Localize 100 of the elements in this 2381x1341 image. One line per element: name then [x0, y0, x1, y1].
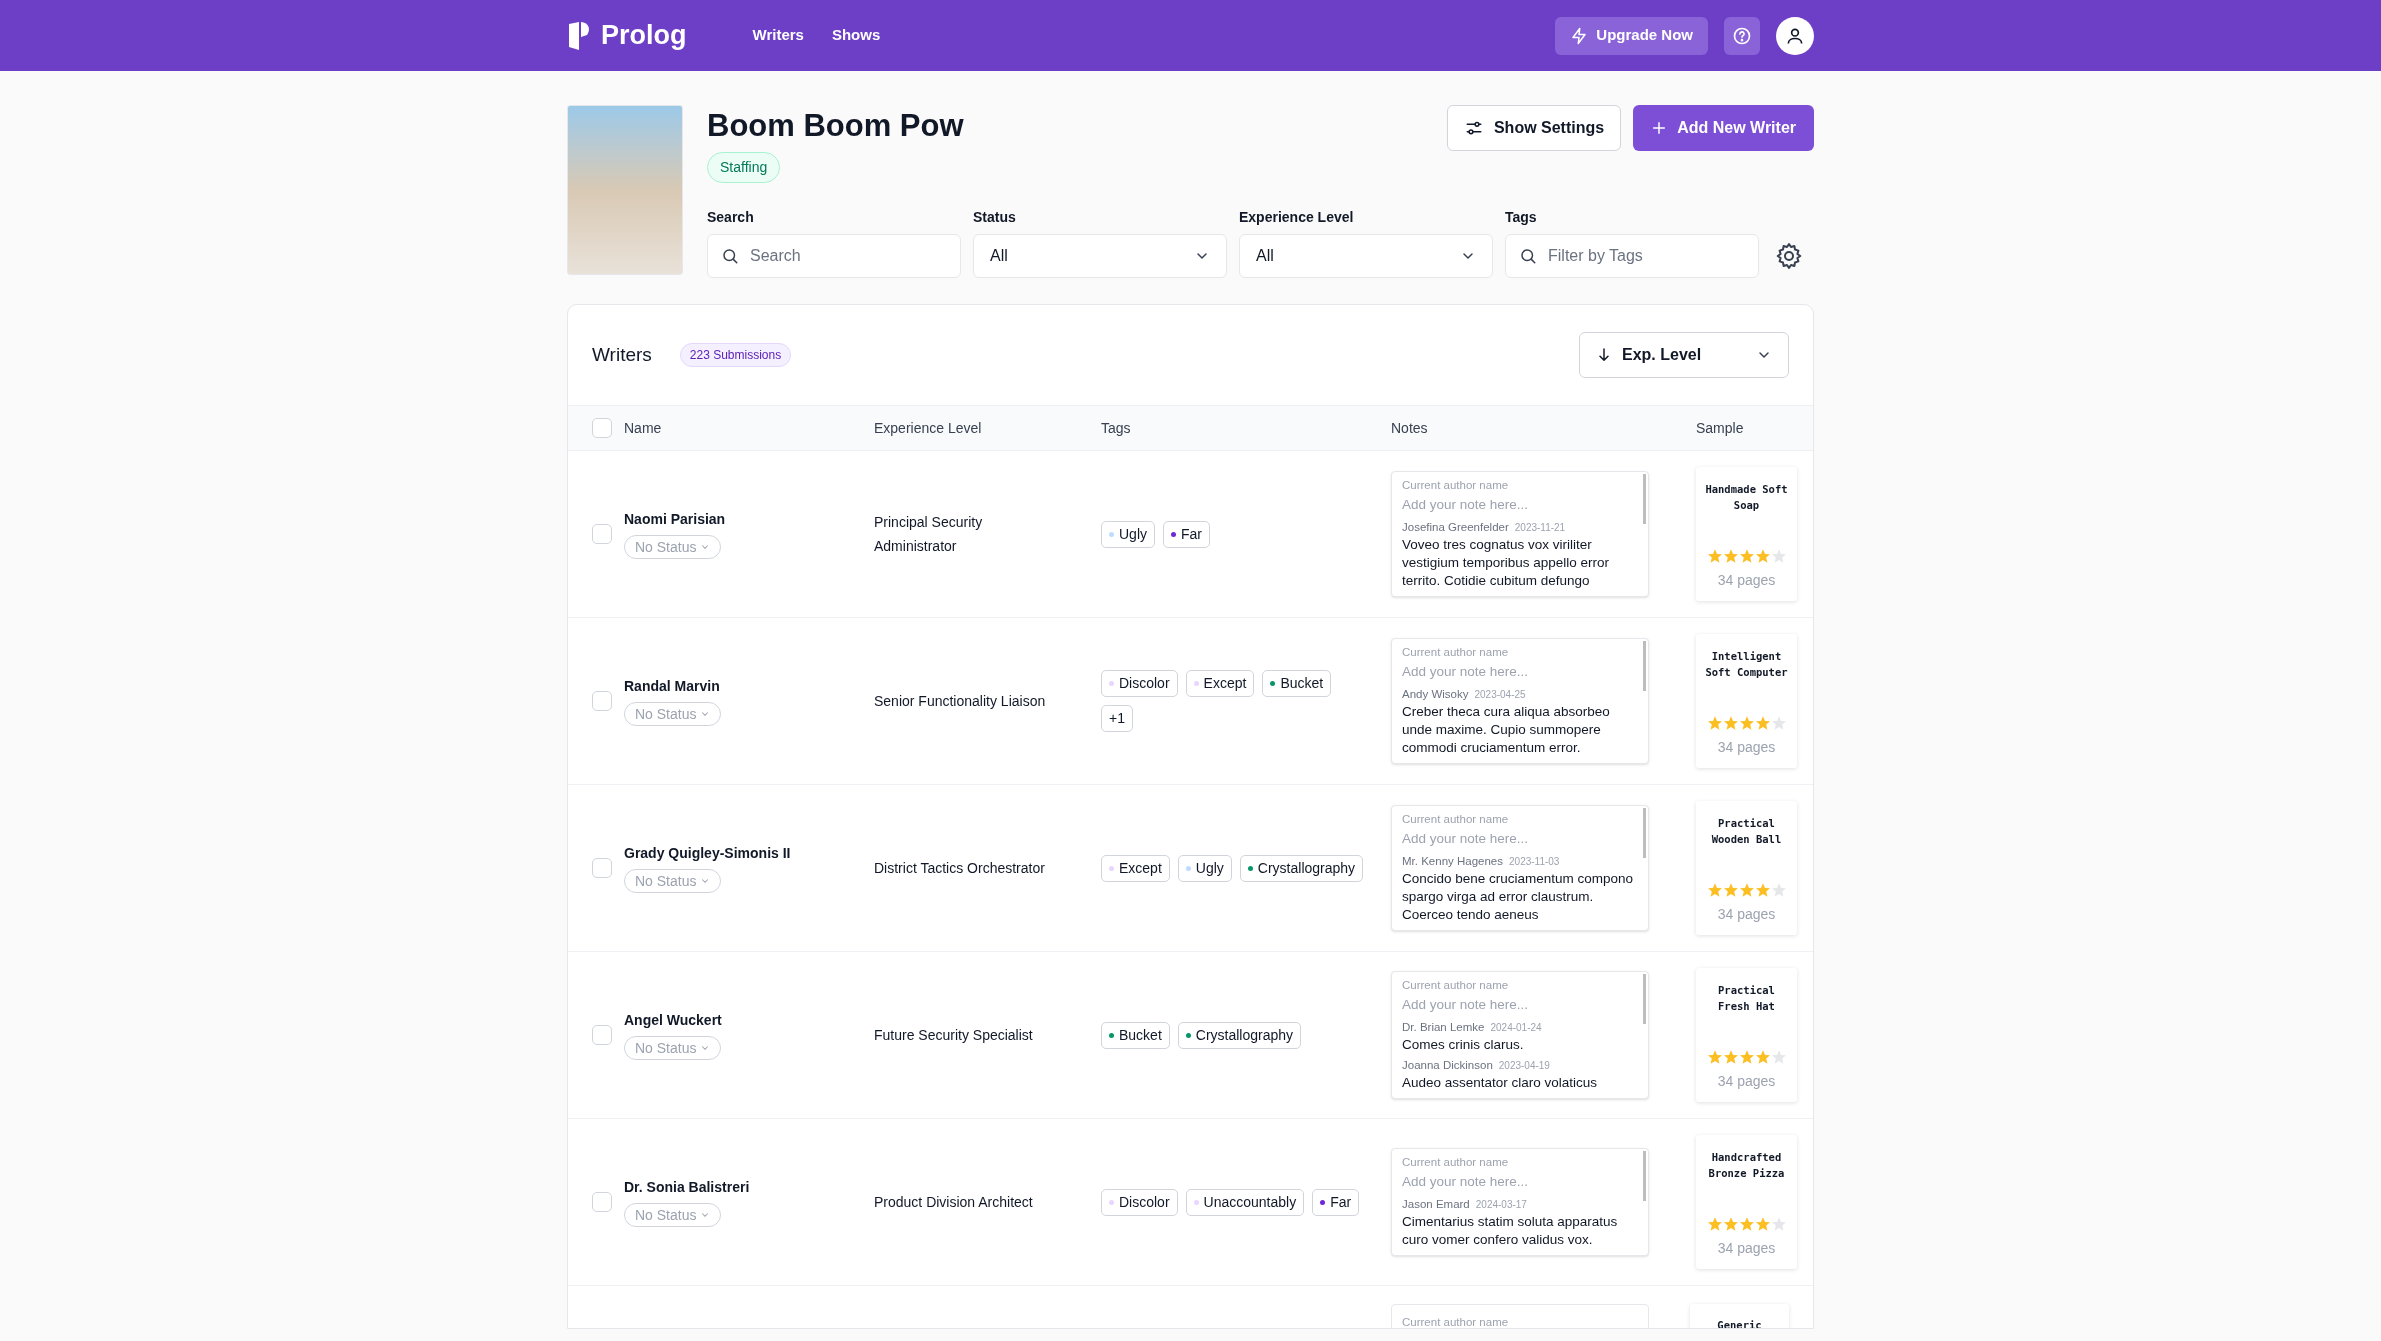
experience-level: District Tactics Orchestrator: [874, 860, 1045, 876]
notes-scrollbar: [1643, 807, 1646, 858]
note-text: Cimentarius statim soluta apparatus curo vomer confero validus vox.: [1402, 1213, 1619, 1250]
star-icon: [1754, 1216, 1771, 1232]
tag: Ugly: [1177, 854, 1232, 882]
page-count: 34 pages: [1717, 738, 1776, 757]
tag: Unaccountably: [1185, 1188, 1305, 1216]
star-icon: [1722, 715, 1739, 731]
lightning-icon: [1570, 26, 1589, 45]
sample-title: Handcrafted Bronze Pizza: [1707, 1150, 1786, 1181]
help-icon: [1732, 25, 1752, 46]
experience-level: Product Division Architect: [874, 1194, 1033, 1210]
field-label: Current author name: [1402, 477, 1510, 492]
search-field[interactable]: Search: [707, 234, 961, 278]
column-header: Notes: [1391, 418, 1429, 438]
notes-scrollbar: [1643, 973, 1646, 1024]
column-header: Experience Level: [874, 418, 983, 438]
submissions-count-badge: 223 Submissions: [679, 343, 792, 367]
star-icon: [1770, 715, 1787, 731]
field-label: Current author name: [1402, 644, 1510, 659]
experience-level: Principal Security Administrator: [874, 514, 983, 554]
note-author: Andy Wisoky: [1402, 686, 1469, 702]
chevron-down-icon: [700, 1043, 711, 1053]
note-date: 2024-03-17: [1475, 1197, 1527, 1212]
field-label: Current author name: [1402, 1316, 1509, 1328]
star-icon: [1738, 1216, 1755, 1232]
note-author: Dr. Brian Lemke: [1402, 1019, 1485, 1035]
tag: Bucket: [1101, 1021, 1170, 1049]
add-writer-button[interactable]: Add New Writer: [1633, 105, 1814, 151]
checkbox[interactable]: [592, 691, 612, 711]
notes-scrollbar: [1643, 640, 1646, 691]
note-text: Creber theca cura aliqua absorbeo unde maxime. Cupio summopere commodi cruciamentum error.: [1402, 703, 1611, 758]
tag: Discolor: [1101, 1188, 1178, 1216]
note-input[interactable]: Add your note here...: [1402, 829, 1642, 848]
checkbox[interactable]: [592, 524, 612, 544]
note-author: Josefina Greenfelder: [1402, 519, 1509, 535]
profile-button[interactable]: [1776, 16, 1814, 55]
nav-link[interactable]: Writers: [752, 24, 804, 47]
star-icon: [1770, 1216, 1787, 1232]
star-icon: [1738, 715, 1755, 731]
upgrade-button[interactable]: Upgrade Now: [1555, 16, 1708, 55]
filter-label: Experience Level: [1239, 208, 1355, 227]
dropdown[interactable]: All: [973, 234, 1227, 278]
note-author: Jason Emard: [1402, 1196, 1470, 1212]
field-label: Current author name: [1402, 811, 1510, 826]
show-title: Boom Boom Pow: [707, 107, 964, 145]
chevron-down-icon: [700, 876, 711, 886]
app-logo-text[interactable]: Prolog: [601, 15, 687, 56]
note-text: Audeo assentator claro volaticus: [1402, 1074, 1599, 1093]
checkbox[interactable]: [592, 1025, 612, 1045]
field-label: Current author name: [1402, 1154, 1510, 1169]
writer-name: Angel Wuckert: [624, 1011, 723, 1030]
column-header: Name: [624, 418, 663, 438]
sort-dropdown[interactable]: Exp. Level: [1579, 332, 1789, 378]
status-badge: Staffing: [707, 152, 781, 183]
sample-title: Intelligent Soft Computer: [1704, 649, 1789, 680]
show-settings-button[interactable]: Show Settings: [1446, 105, 1622, 151]
note-input[interactable]: Add your note here...: [1402, 662, 1642, 681]
star-icon: [1738, 548, 1755, 564]
note-date: 2023-11-21: [1514, 520, 1566, 535]
help-button[interactable]: [1724, 16, 1760, 55]
page-count: 34 pages: [1717, 1239, 1776, 1258]
settings-icon[interactable]: [1774, 241, 1804, 271]
nav-link[interactable]: Shows: [831, 24, 881, 47]
note-date: 2023-11-03: [1509, 854, 1560, 869]
search-field[interactable]: Filter by Tags: [1505, 234, 1759, 278]
column-header: Tags: [1101, 418, 1132, 438]
star-icon: [1738, 1049, 1755, 1065]
star-icon: [1770, 548, 1787, 564]
star-icon: [1706, 1216, 1723, 1232]
tag: Far: [1163, 520, 1210, 548]
note-date: 2023-04-19: [1498, 1059, 1550, 1073]
writer-name: Grady Quigley-Simonis II: [624, 844, 792, 863]
star-icon: [1706, 548, 1723, 564]
checkbox[interactable]: [592, 418, 612, 438]
star-icon: [1722, 1049, 1739, 1065]
note-author: Joanna Dickinson: [1402, 1058, 1493, 1073]
field-label: Current author name: [1402, 977, 1510, 992]
search-icon: [1519, 247, 1537, 265]
star-icon: [1722, 1216, 1739, 1232]
note-input[interactable]: Add your note here...: [1402, 1172, 1642, 1191]
tag: Except: [1185, 670, 1255, 697]
star-icon: [1722, 882, 1739, 898]
checkbox[interactable]: [592, 858, 612, 878]
tag: Far: [1312, 1188, 1360, 1216]
tag: Ugly: [1101, 520, 1155, 548]
section-title: Writers: [592, 342, 652, 367]
writer-name: Randal Marvin: [624, 677, 721, 696]
note-author: Mr. Kenny Hagenes: [1402, 853, 1503, 869]
chevron-down-icon: [700, 709, 711, 719]
note-input[interactable]: Add your note here...: [1402, 995, 1642, 1014]
star-icon: [1722, 548, 1739, 564]
checkbox[interactable]: [592, 1192, 612, 1212]
note-text: Voveo tres cognatus vox viriliter vestigium temporibus appello error territo. Cotidie cubitum defungo: [1402, 536, 1611, 591]
tag: Crystallography: [1239, 854, 1364, 882]
sample-title: Practical Wooden Ball: [1710, 816, 1783, 847]
star-icon: [1754, 882, 1771, 898]
dropdown[interactable]: All: [1239, 234, 1493, 278]
experience-level: Future Security Specialist: [874, 1027, 1033, 1043]
note-input[interactable]: Add your note here...: [1402, 495, 1642, 514]
